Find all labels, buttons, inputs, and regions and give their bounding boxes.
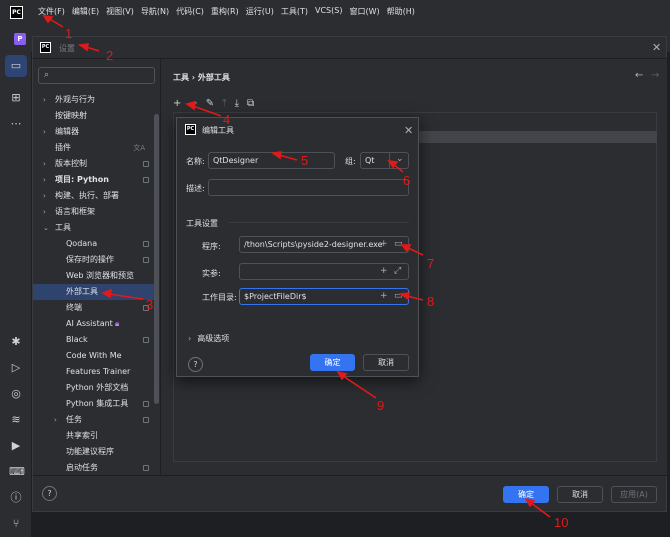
annotation-label: 5	[301, 153, 309, 168]
annotation-label: 1	[65, 26, 73, 41]
annotation-label: 8	[427, 294, 435, 309]
annotation-label: 7	[427, 256, 435, 271]
annotation-label: 2	[106, 48, 114, 63]
annotation-label: 9	[377, 398, 385, 413]
annotation-arrows	[42, 14, 551, 518]
annotation-label: 3	[146, 297, 154, 312]
annotation-label: 4	[223, 112, 231, 127]
annotation-label: 6	[403, 173, 411, 188]
annotation-label: 10	[554, 515, 569, 530]
